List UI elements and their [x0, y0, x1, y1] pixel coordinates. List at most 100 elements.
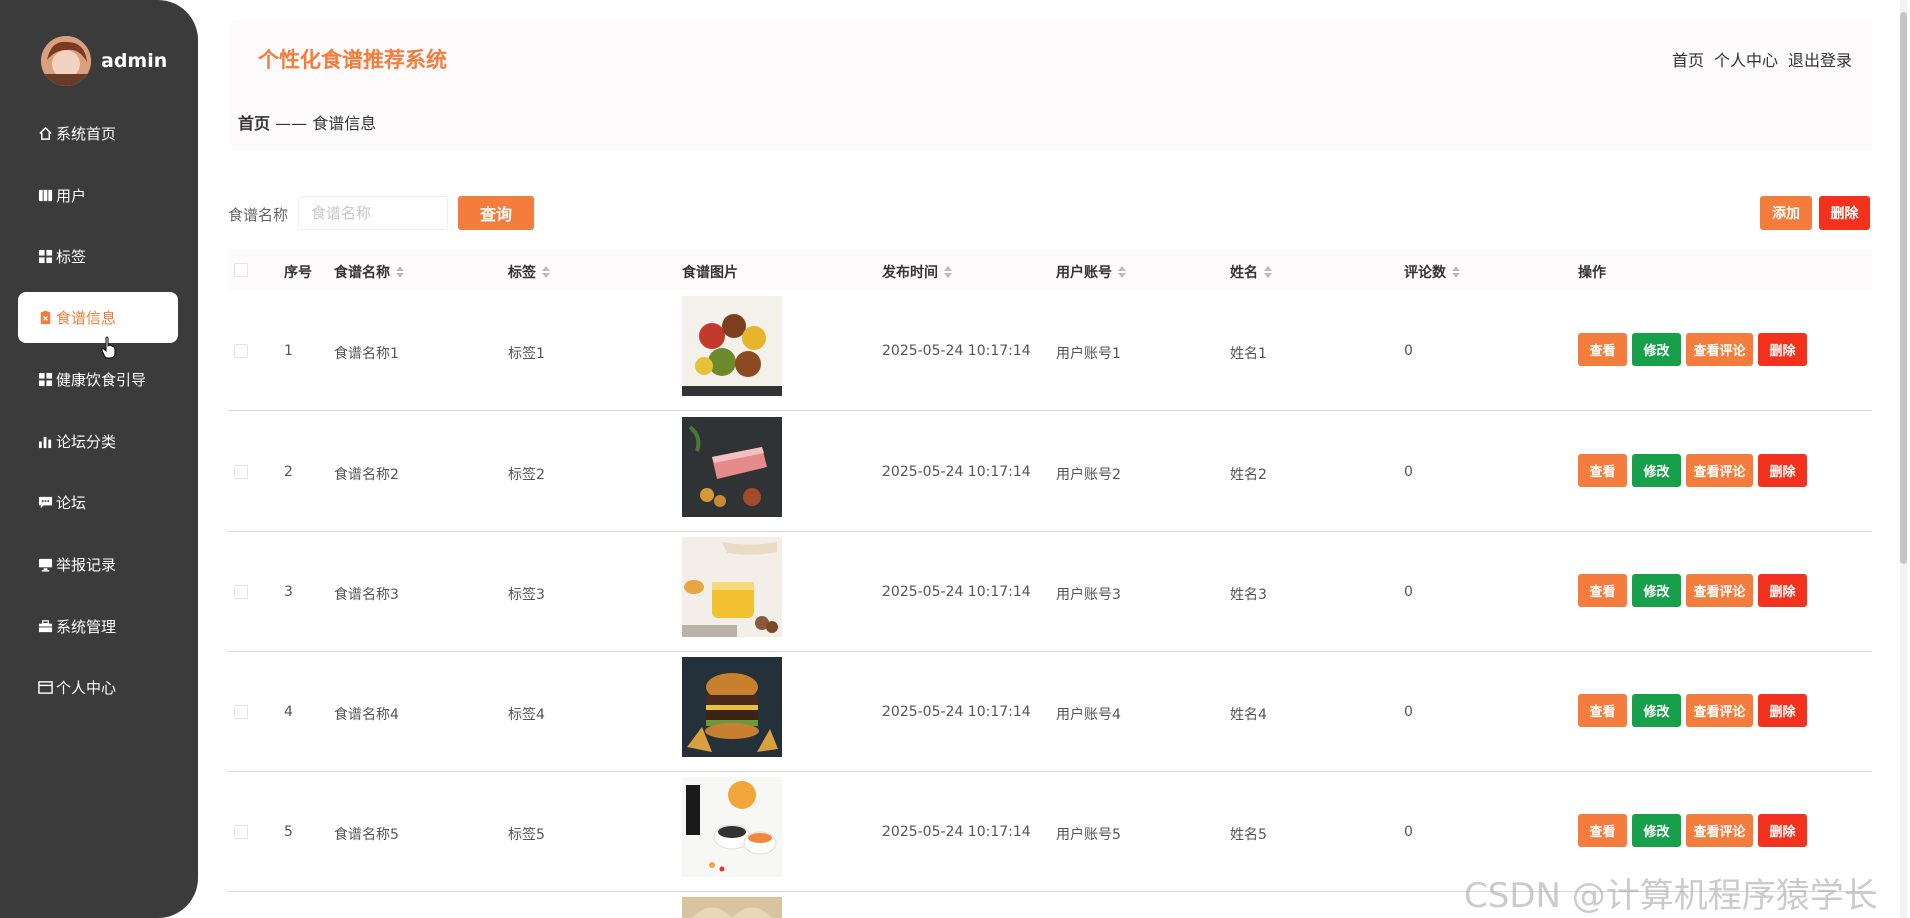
edit-button[interactable]: 修改 — [1632, 333, 1681, 366]
cell-person: 姓名3 — [1230, 587, 1267, 603]
view-button[interactable]: 查看 — [1578, 574, 1627, 607]
add-button[interactable]: 添加 — [1760, 196, 1812, 230]
sidebar-item-label: 食谱信息 — [56, 309, 117, 327]
table-row: 3 食谱名称3 标签3 2025-05-24 10:17:14 用户账号3 姓名… — [228, 532, 1872, 652]
edit-button[interactable]: 修改 — [1632, 454, 1681, 487]
profile-name: admin — [101, 50, 168, 72]
row-actions: 查看 修改 查看评论 删除 — [1578, 333, 1807, 366]
row-delete-button[interactable]: 删除 — [1758, 574, 1807, 607]
view-button[interactable]: 查看 — [1578, 814, 1627, 847]
cell-name: 食谱名称3 — [334, 587, 399, 603]
sidebar-item-label: 系统首页 — [56, 125, 117, 143]
table-row: 1 食谱名称1 标签1 2025-05-24 10:17:14 用户账号1 姓名… — [228, 291, 1872, 411]
row-delete-button[interactable]: 删除 — [1758, 814, 1807, 847]
sidebar-item-profile[interactable]: 个人中心 — [18, 662, 178, 713]
row-actions: 查看 修改 查看评论 删除 — [1578, 814, 1807, 847]
column-person[interactable]: 姓名 — [1230, 262, 1272, 282]
burger-image[interactable] — [682, 657, 782, 757]
avatar[interactable] — [41, 36, 91, 86]
row-checkbox[interactable] — [234, 825, 248, 839]
query-button[interactable]: 查询 — [458, 196, 534, 230]
table-row: 2 食谱名称2 标签2 2025-05-24 10:17:14 用户账号2 姓名… — [228, 412, 1872, 532]
home-icon — [37, 126, 53, 142]
profile: admin — [41, 36, 167, 86]
row-delete-button[interactable]: 删除 — [1758, 454, 1807, 487]
breadcrumb: 首页 —— 食谱信息 — [238, 110, 376, 134]
cell-tag: 标签2 — [508, 467, 545, 483]
column-time[interactable]: 发布时间 — [882, 262, 952, 282]
breadcrumb-home[interactable]: 首页 — [238, 114, 270, 133]
cell-comments: 0 — [1404, 824, 1413, 840]
briefcase-icon — [37, 619, 53, 635]
row-checkbox[interactable] — [234, 585, 248, 599]
ham-image[interactable] — [682, 417, 782, 517]
sidebar-item-label: 举报记录 — [56, 556, 117, 574]
view-button[interactable]: 查看 — [1578, 694, 1627, 727]
select-all-checkbox[interactable] — [234, 263, 248, 277]
scrollbar-thumb[interactable] — [1900, 12, 1907, 564]
sidebar-item-healthy-guide[interactable]: 健康饮食引导 — [18, 354, 178, 405]
cell-account: 用户账号3 — [1056, 587, 1121, 603]
sidebar-item-forum-category[interactable]: 论坛分类 — [18, 416, 178, 467]
edit-button[interactable]: 修改 — [1632, 574, 1681, 607]
sort-icon[interactable] — [1118, 266, 1126, 278]
sidebar-item-reports[interactable]: 举报记录 — [18, 539, 178, 590]
view-comments-button[interactable]: 查看评论 — [1686, 454, 1753, 487]
view-button[interactable]: 查看 — [1578, 333, 1627, 366]
row-delete-button[interactable]: 删除 — [1758, 694, 1807, 727]
honey-image[interactable] — [682, 537, 782, 637]
cell-index: 3 — [284, 584, 293, 600]
sidebar-item-tags[interactable]: 标签 — [18, 231, 178, 282]
column-tag[interactable]: 标签 — [508, 262, 550, 282]
sidebar-item-system[interactable]: 系统管理 — [18, 601, 178, 652]
grid-icon — [37, 372, 53, 388]
breadcrumb-separator: —— — [270, 114, 313, 133]
sidebar-item-recipes[interactable]: 食谱信息 — [18, 292, 178, 343]
cell-name: 食谱名称2 — [334, 467, 399, 483]
row-actions: 查看 修改 查看评论 删除 — [1578, 574, 1807, 607]
sidebar-item-forum[interactable]: 论坛 — [18, 477, 178, 528]
row-delete-button[interactable]: 删除 — [1758, 333, 1807, 366]
sort-icon[interactable] — [542, 266, 550, 278]
top-link-logout[interactable]: 退出登录 — [1788, 47, 1852, 71]
column-label: 食谱名称 — [334, 265, 390, 281]
sort-icon[interactable] — [1452, 266, 1460, 278]
column-account[interactable]: 用户账号 — [1056, 262, 1126, 282]
delete-button[interactable]: 删除 — [1819, 196, 1870, 230]
column-label: 标签 — [508, 265, 536, 281]
view-comments-button[interactable]: 查看评论 — [1686, 333, 1753, 366]
cell-time: 2025-05-24 10:17:14 — [882, 824, 1031, 840]
kebab-image[interactable] — [682, 296, 782, 396]
sidebar-item-home[interactable]: 系统首页 — [18, 108, 178, 159]
column-name[interactable]: 食谱名称 — [334, 262, 404, 282]
sidebar-item-label: 论坛 — [56, 494, 87, 512]
top-link-home[interactable]: 首页 — [1672, 47, 1704, 71]
cell-name: 食谱名称5 — [334, 827, 399, 843]
cell-comments: 0 — [1404, 343, 1413, 359]
top-link-profile[interactable]: 个人中心 — [1714, 47, 1778, 71]
view-comments-button[interactable]: 查看评论 — [1686, 694, 1753, 727]
sidebar-item-user[interactable]: 用户 — [18, 170, 178, 221]
table-row: 4 食谱名称4 标签4 2025-05-24 10:17:14 用户账号4 姓名… — [228, 652, 1872, 772]
table-header: 序号 食谱名称 标签 食谱图片 发布时间 用户账号 姓名 评论数 操作 — [228, 250, 1872, 290]
chat-icon — [37, 495, 53, 511]
partial-row-image — [682, 897, 782, 918]
edit-button[interactable]: 修改 — [1632, 814, 1681, 847]
row-checkbox[interactable] — [234, 344, 248, 358]
search-input[interactable] — [298, 196, 448, 230]
column-comments[interactable]: 评论数 — [1404, 262, 1460, 282]
sort-icon[interactable] — [396, 266, 404, 278]
row-checkbox[interactable] — [234, 705, 248, 719]
view-button[interactable]: 查看 — [1578, 454, 1627, 487]
column-image: 食谱图片 — [682, 265, 738, 281]
sushi-image[interactable] — [682, 777, 782, 877]
sidebar-item-label: 用户 — [56, 187, 87, 205]
edit-button[interactable]: 修改 — [1632, 694, 1681, 727]
view-comments-button[interactable]: 查看评论 — [1686, 814, 1753, 847]
view-comments-button[interactable]: 查看评论 — [1686, 574, 1753, 607]
cell-comments: 0 — [1404, 464, 1413, 480]
row-checkbox[interactable] — [234, 465, 248, 479]
sort-icon[interactable] — [944, 266, 952, 278]
sort-icon[interactable] — [1264, 266, 1272, 278]
cell-account: 用户账号4 — [1056, 707, 1121, 723]
